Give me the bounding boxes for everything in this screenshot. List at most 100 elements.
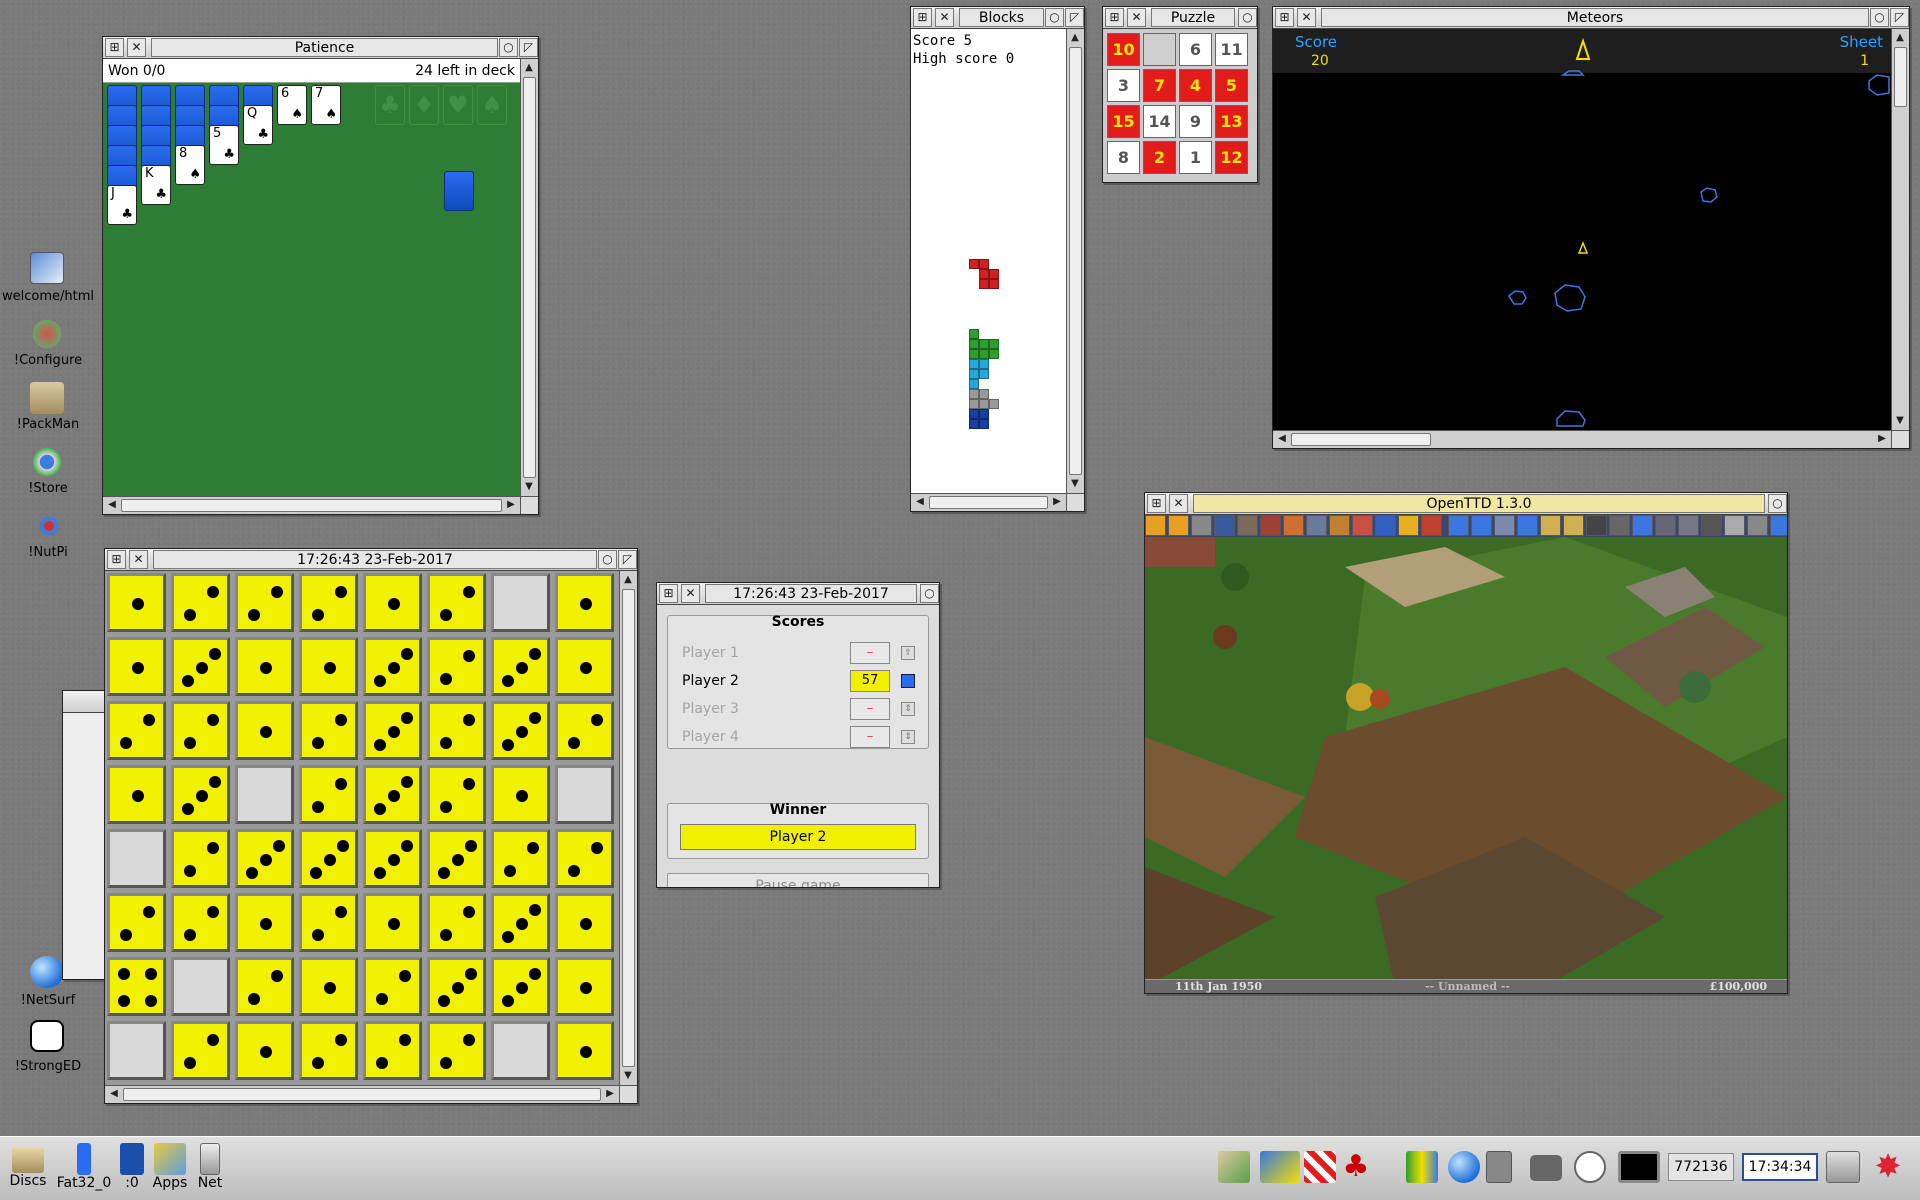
die[interactable]	[555, 893, 614, 952]
die[interactable]	[427, 1021, 486, 1080]
face-up-card[interactable]: Q ♣	[243, 105, 273, 145]
clock-display[interactable]: 17:34:34	[1742, 1153, 1818, 1181]
die[interactable]	[555, 829, 614, 888]
patience-table[interactable]: J ♣ K ♣ 8 ♠ 5 ♣ Q ♣ 6 ♠ 7 ♠ ♣ ♦ ♥ ♠	[103, 83, 520, 496]
up-down-arrow-icon[interactable]: ⇕	[901, 730, 915, 744]
toolbar-button[interactable]	[1306, 515, 1327, 536]
die[interactable]	[491, 893, 550, 952]
toolbar-button[interactable]	[1214, 515, 1235, 536]
puzzle-tile[interactable]: 6	[1179, 33, 1212, 66]
vertical-scrollbar[interactable]: ▲ ▼	[1891, 29, 1909, 430]
die[interactable]	[107, 765, 166, 824]
empty-cell[interactable]	[107, 1021, 166, 1080]
toolbar-button[interactable]	[1329, 515, 1350, 536]
die[interactable]	[235, 1021, 294, 1080]
die[interactable]	[299, 701, 358, 760]
back-icon[interactable]: ⊞	[1147, 494, 1166, 513]
die[interactable]	[235, 957, 294, 1016]
toolbar-button[interactable]	[1609, 515, 1630, 536]
die[interactable]	[427, 701, 486, 760]
foundation-pile[interactable]: ♠	[477, 85, 507, 125]
puzzle-tile[interactable]	[1143, 33, 1176, 66]
puzzle-tile[interactable]: 12	[1215, 141, 1248, 174]
stock-deck[interactable]	[444, 171, 474, 211]
blocks-window[interactable]: ⊞ ✕ Blocks ○ ◸ Score 5 High score 0 ▲ ▼ ◀…	[910, 6, 1085, 512]
iconbar-sd[interactable]: :0	[116, 1143, 148, 1191]
die[interactable]	[363, 637, 422, 696]
die[interactable]	[171, 573, 230, 632]
toolbar-button[interactable]	[1770, 515, 1787, 536]
die[interactable]	[427, 893, 486, 952]
toolbar-button[interactable]	[1494, 515, 1515, 536]
die[interactable]	[299, 893, 358, 952]
die[interactable]	[427, 829, 486, 888]
toolbar-button[interactable]	[1191, 515, 1212, 536]
puzzle-tile[interactable]: 14	[1143, 105, 1176, 138]
store-icon[interactable]	[30, 446, 64, 478]
resize-icon[interactable]	[619, 1085, 637, 1103]
die[interactable]	[171, 701, 230, 760]
risc-os-task-icon[interactable]: ✸	[1872, 1149, 1904, 1183]
vertical-scrollbar[interactable]: ▲ ▼	[520, 59, 538, 496]
resize-icon[interactable]	[1891, 430, 1909, 448]
toolbar-button[interactable]	[1724, 515, 1745, 536]
toggle-size-icon[interactable]: ◸	[1890, 8, 1909, 27]
puzzle-tile[interactable]: 4	[1179, 69, 1212, 102]
dice-grid[interactable]	[105, 571, 619, 1085]
die[interactable]	[427, 637, 486, 696]
puzzle-tile[interactable]: 8	[1107, 141, 1140, 174]
toolbar-button[interactable]	[1260, 515, 1281, 536]
die[interactable]	[235, 893, 294, 952]
die[interactable]	[363, 893, 422, 952]
up-down-arrow-icon[interactable]: ⇕	[901, 702, 915, 716]
scores-titlebar[interactable]: ⊞ ✕ 17:26:43 23-Feb-2017 ○	[657, 583, 939, 605]
dice-titlebar[interactable]: ⊞ ✕ 17:26:43 23-Feb-2017 ○ ◸	[105, 549, 637, 571]
puzzle-icon[interactable]	[1304, 1151, 1336, 1183]
die[interactable]	[427, 765, 486, 824]
puzzle-tile[interactable]: 15	[1107, 105, 1140, 138]
window-title[interactable]: Puzzle	[1151, 8, 1235, 27]
die[interactable]	[491, 701, 550, 760]
foundation-pile[interactable]: ♣	[375, 85, 405, 125]
puzzle-window[interactable]: ⊞ ✕ Puzzle ○ 10 6 11 3 7 4 5 15 14 9 13 8 2 1 12	[1102, 6, 1258, 183]
close-icon[interactable]: ✕	[127, 38, 146, 57]
horizontal-scrollbar[interactable]: ◀ ▶	[103, 496, 520, 514]
iconise-icon[interactable]: ○	[1045, 8, 1064, 27]
die[interactable]	[235, 573, 294, 632]
horizontal-scrollbar[interactable]: ◀ ▶	[1273, 430, 1891, 448]
die[interactable]	[555, 701, 614, 760]
empty-cell[interactable]	[235, 765, 294, 824]
die[interactable]	[299, 637, 358, 696]
pause-game-button[interactable]: Pause game	[667, 873, 929, 887]
puzzle-tile[interactable]: 3	[1107, 69, 1140, 102]
die[interactable]	[555, 637, 614, 696]
die[interactable]	[555, 1021, 614, 1080]
toolbar-button[interactable]	[1517, 515, 1538, 536]
iconise-icon[interactable]: ○	[1870, 8, 1889, 27]
netsurf-globe-icon[interactable]	[30, 956, 64, 988]
toolbar-button[interactable]	[1237, 515, 1258, 536]
iconbar-fat32[interactable]: Fat32_0	[54, 1143, 114, 1191]
window-title[interactable]: 17:26:43 23-Feb-2017	[153, 550, 597, 569]
free-memory[interactable]: 772136	[1668, 1153, 1734, 1181]
camera-icon[interactable]	[1530, 1155, 1562, 1181]
desktop-icon-label[interactable]: !NutPi	[0, 545, 96, 560]
foundation-pile[interactable]: ♥	[443, 85, 473, 125]
window-title[interactable]: Blocks	[959, 8, 1044, 27]
die[interactable]	[107, 637, 166, 696]
close-icon[interactable]: ✕	[1297, 8, 1316, 27]
die[interactable]	[107, 701, 166, 760]
patience-icon[interactable]: ♣	[1340, 1151, 1372, 1183]
toolbar-button[interactable]	[1421, 515, 1442, 536]
die[interactable]	[299, 957, 358, 1016]
desktop-icon-label[interactable]: welcome/html	[0, 289, 96, 304]
die[interactable]	[235, 637, 294, 696]
puzzle-tile[interactable]: 11	[1215, 33, 1248, 66]
toggle-size-icon[interactable]: ◸	[618, 550, 637, 569]
empty-cell[interactable]	[107, 829, 166, 888]
window-title[interactable]: Meteors	[1321, 8, 1869, 27]
blocks-titlebar[interactable]: ⊞ ✕ Blocks ○ ◸	[911, 7, 1084, 29]
empty-cell[interactable]	[491, 1021, 550, 1080]
die[interactable]	[171, 1021, 230, 1080]
iconbar-apps[interactable]: Apps	[150, 1143, 190, 1191]
